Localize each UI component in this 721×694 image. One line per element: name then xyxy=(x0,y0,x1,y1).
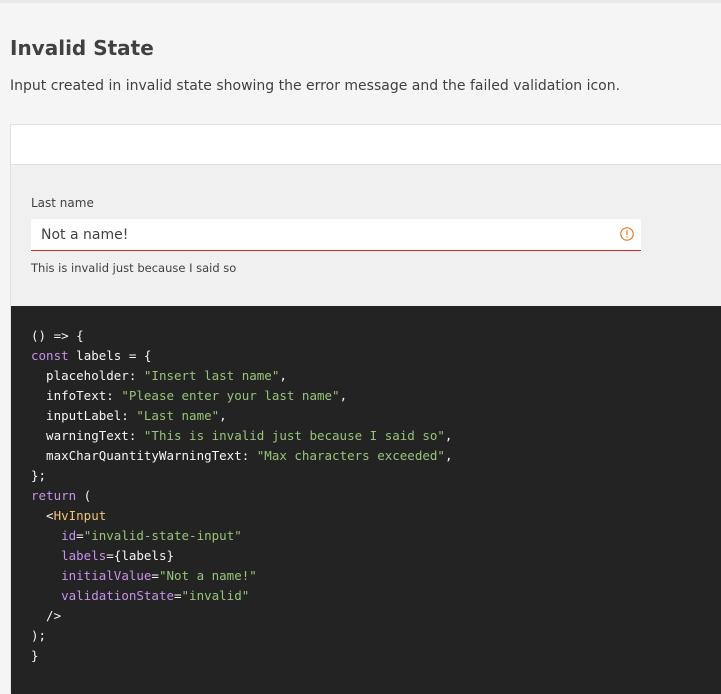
code-block: () => { const labels = { placeholder: "In… xyxy=(31,326,721,666)
code-line: }; xyxy=(31,468,47,483)
code-line: labels={labels} xyxy=(61,548,174,563)
code-line: maxCharQuantityWarningText: "Max charact… xyxy=(31,448,453,463)
section-description: Input created in invalid state showing t… xyxy=(10,78,621,94)
top-divider xyxy=(0,0,721,3)
code-line: const labels = { xyxy=(31,348,152,363)
story-preview: Last name This is invalid just because I… xyxy=(10,124,721,694)
code-line: initialValue="Not a name!" xyxy=(61,568,257,583)
code-line: /> xyxy=(31,608,62,623)
code-line: validationState="invalid" xyxy=(61,588,250,603)
code-line: } xyxy=(31,648,39,663)
code-line: <HvInput xyxy=(31,508,107,523)
code-line: return ( xyxy=(31,488,92,503)
code-line: () => { xyxy=(31,328,84,343)
code-line: ); xyxy=(31,628,47,643)
code-snippet: () => { const labels = { placeholder: "In… xyxy=(11,306,721,694)
last-name-input[interactable] xyxy=(31,219,601,250)
section-title: Invalid State xyxy=(10,36,154,60)
code-line: placeholder: "Insert last name", xyxy=(31,368,287,383)
code-line: id="invalid-state-input" xyxy=(61,528,242,543)
code-line: warningText: "This is invalid just becau… xyxy=(31,428,453,443)
error-helper-text: This is invalid just because I said so xyxy=(31,261,237,275)
input-label: Last name xyxy=(31,196,94,210)
code-line: inputLabel: "Last name", xyxy=(31,408,227,423)
warning-circle-icon xyxy=(620,227,634,241)
last-name-input-container[interactable] xyxy=(31,219,641,251)
story-toolbar xyxy=(11,125,721,165)
code-line: infoText: "Please enter your last name", xyxy=(31,388,348,403)
